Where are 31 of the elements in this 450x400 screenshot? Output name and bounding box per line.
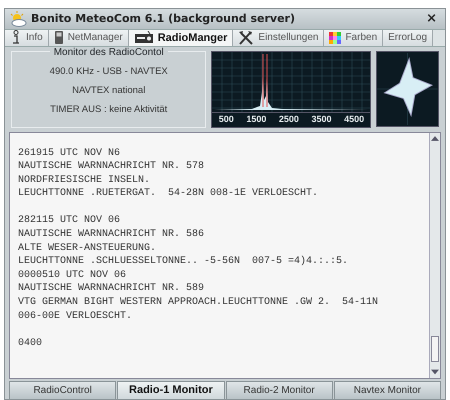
tab[interactable]: Einstellungen [233, 30, 324, 46]
tools-icon [238, 30, 254, 46]
window-title: Bonito MeteoCom 6.1 (background server) [31, 10, 296, 26]
tab[interactable]: Radio-1 Monitor [117, 381, 224, 400]
status-text: 490.0 KHz - USB - NAVTEX [48, 65, 169, 79]
message-text: 261915 UTC NOV N6 NAUTISCHE WARNNACHRICHT NR. 578 NORDFRIESISCHE INSELN. LEUCHTTONNE .RUETERGAT. 54-28N 008-1E VERLOESCHT. [18, 146, 320, 201]
axis-label: 1500 [246, 113, 266, 126]
axis-label: 500 [218, 113, 234, 126]
status-text: TIMER AUS : keine Aktivität [49, 103, 168, 117]
phone-icon [54, 30, 64, 46]
tab[interactable]: Info [5, 30, 49, 46]
tab[interactable]: Radio-2 Monitor [226, 381, 333, 400]
tab[interactable]: NetManager [48, 30, 129, 46]
radio-icon [134, 31, 154, 44]
info-icon [10, 30, 22, 46]
axis-label: 4500 [344, 113, 364, 126]
status-text: NAVTEX national [71, 84, 146, 98]
axis-label: 2500 [278, 113, 299, 126]
message-text: 0400 [18, 336, 44, 350]
close-button[interactable]: × [426, 9, 437, 28]
tab[interactable]: RadioManger [128, 30, 234, 46]
scrollbar[interactable] [429, 132, 440, 378]
tab[interactable]: Farben [324, 30, 384, 46]
tab[interactable]: Navtex Monitor [334, 381, 441, 400]
tab[interactable]: RadioControl [9, 381, 116, 400]
palette-icon [329, 32, 342, 44]
weather-icon [9, 10, 27, 27]
tab[interactable]: ErrorLog [383, 30, 434, 46]
axis-label: 3500 [312, 113, 332, 126]
message-text: 282115 UTC NOV 06 NAUTISCHE WARNNACHRICHT NR. 586 ALTE WESER-ANSTEUERUNG. LEUCHTTONNE .SCHLUESSELTONNE.. -5-56N 007-5 =4)4.:.:5. 0000510 UTC NOV 06 NAUTISCHE WARNNACHRICHT NR. 589 VTG GERMAN BIGHT WESTERN APPROACH.LEUCHTTONNE .GW 2. 54-11N 006-00E VERLOESCHT. [18, 214, 380, 324]
group-title: Monitor des RadioContol [50, 47, 168, 58]
